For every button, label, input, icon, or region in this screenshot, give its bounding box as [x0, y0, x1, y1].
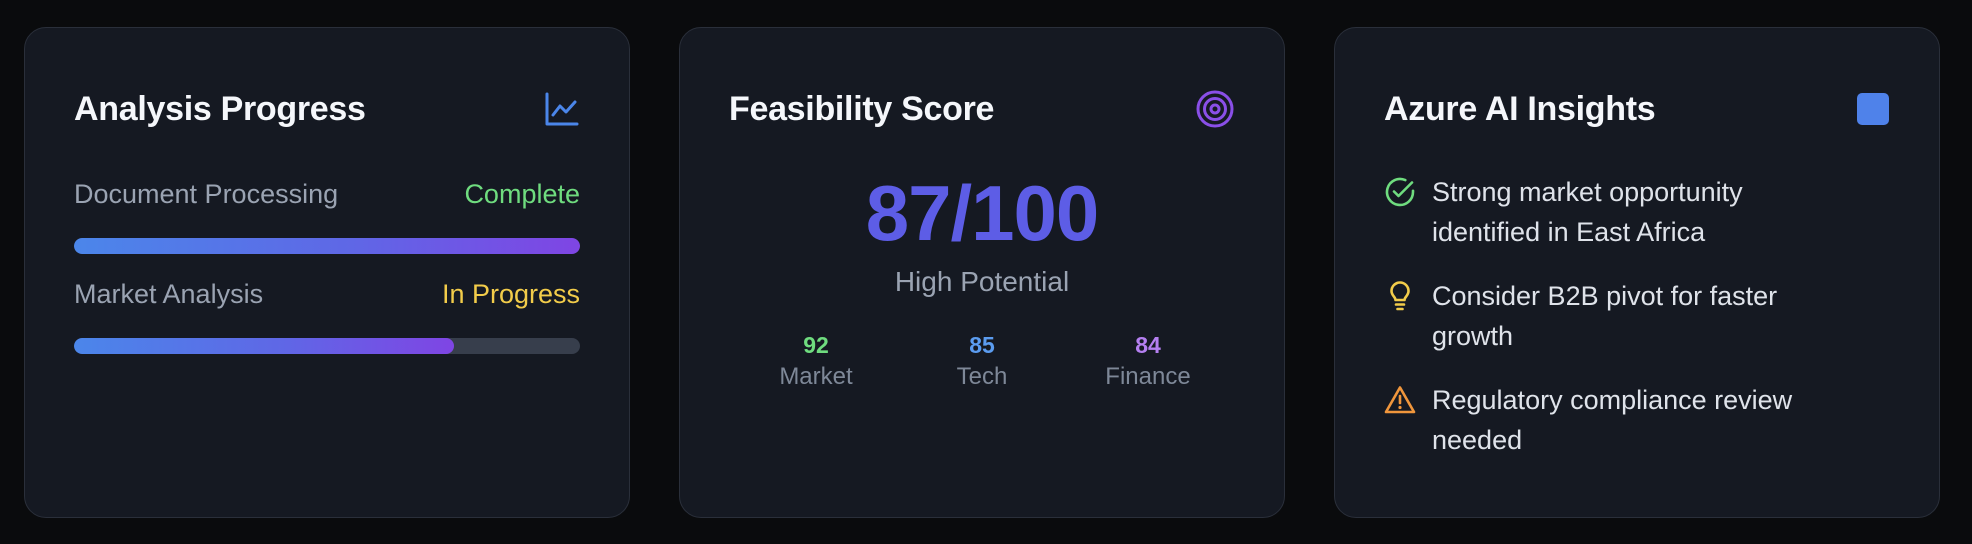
card-header: Feasibility Score — [729, 84, 1235, 134]
metric-label: Market — [779, 363, 853, 390]
insight-text: Strong market opportunity identified in … — [1432, 177, 1743, 247]
ai-insights-card: Azure AI Insights Strong market opportun… — [1334, 27, 1940, 518]
insight-item: Consider B2B pivot for faster growth — [1384, 276, 1890, 356]
progress-label: Document Processing — [74, 178, 339, 209]
metric-market: 92 Market — [761, 332, 871, 391]
progress-label: Market Analysis — [74, 278, 264, 309]
metric-label: Finance — [1105, 363, 1191, 390]
metric-value: 85 — [969, 332, 995, 358]
warning-triangle-icon — [1384, 384, 1420, 420]
check-circle-icon — [1384, 176, 1420, 212]
line-chart-icon — [544, 91, 580, 127]
feasibility-rating: High Potential — [894, 266, 1070, 297]
dashboard-row: Analysis Progress Document Processing Co… — [24, 27, 1940, 518]
progress-status: In Progress — [441, 278, 580, 309]
progress-bar-fill — [74, 338, 454, 354]
card-header: Azure AI Insights — [1384, 84, 1890, 134]
card-title: Feasibility Score — [729, 89, 995, 128]
target-icon — [1195, 89, 1235, 129]
metric-value: 84 — [1135, 332, 1161, 358]
progress-item-document: Document Processing Complete — [74, 174, 580, 254]
insight-item: Strong market opportunity identified in … — [1384, 172, 1890, 252]
metric-label: Tech — [956, 363, 1008, 390]
insights-list: Strong market opportunity identified in … — [1384, 172, 1890, 460]
progress-bar-fill — [74, 238, 580, 254]
progress-bar-track — [74, 238, 580, 254]
insight-text: Consider B2B pivot for faster growth — [1432, 281, 1778, 351]
feasibility-score: 87/100 — [865, 169, 1100, 257]
progress-item-market: Market Analysis In Progress — [74, 274, 580, 354]
card-title: Analysis Progress — [74, 89, 366, 128]
metric-tech: 85 Tech — [927, 332, 1037, 391]
lightbulb-icon — [1384, 280, 1420, 316]
card-title: Azure AI Insights — [1384, 89, 1656, 128]
metric-value: 92 — [803, 332, 829, 358]
insight-text: Regulatory compliance review needed — [1432, 385, 1793, 455]
analysis-progress-card: Analysis Progress Document Processing Co… — [24, 27, 630, 518]
azure-square-icon — [1856, 92, 1890, 126]
insight-item: Regulatory compliance review needed — [1384, 380, 1890, 460]
metric-finance: 84 Finance — [1093, 332, 1203, 391]
feasibility-score-card: Feasibility Score 87/100 High Potential … — [679, 27, 1285, 518]
progress-status: Complete — [464, 178, 580, 209]
score-breakdown: 92 Market 85 Tech 84 Finance — [761, 332, 1203, 391]
card-header: Analysis Progress — [74, 84, 580, 134]
progress-bar-track — [74, 338, 580, 354]
